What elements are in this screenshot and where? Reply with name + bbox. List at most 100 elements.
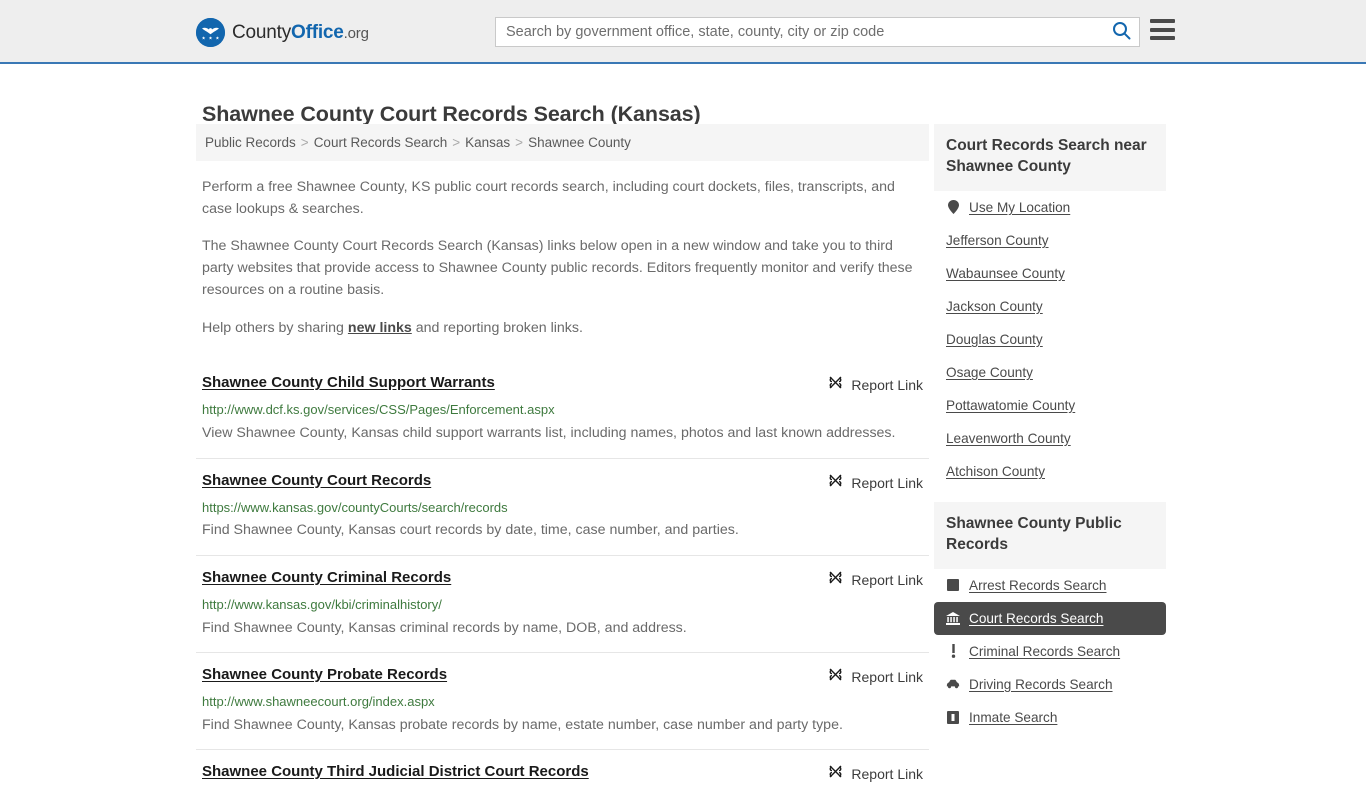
sidebar-link-driving-records-search[interactable]: Driving Records Search <box>969 677 1113 692</box>
exclamation-icon <box>946 644 960 659</box>
sidebar-link-atchison-county[interactable]: Atchison County <box>946 464 1045 479</box>
map-pin-icon <box>946 200 960 215</box>
sidebar-link-arrest-records-search[interactable]: Arrest Records Search <box>969 578 1107 593</box>
sidebar-item-jefferson-county[interactable]: Jefferson County <box>934 224 1166 257</box>
sidebar-item-jackson-county[interactable]: Jackson County <box>934 290 1166 323</box>
sidebar-link-douglas-county[interactable]: Douglas County <box>946 332 1043 347</box>
intro-p3-prefix: Help others by sharing <box>202 319 348 336</box>
car-icon <box>946 677 960 691</box>
result-item: Shawnee County Child Support Warrants Re… <box>196 361 929 457</box>
broken-link-icon <box>827 374 844 396</box>
result-item: Shawnee County Court Records Report Link… <box>196 457 929 555</box>
hamburger-bar-3 <box>1150 36 1175 40</box>
sidebar-nearby-box: Court Records Search near Shawnee County… <box>934 124 1166 488</box>
result-header: Shawnee County Court Records Report Link <box>202 472 923 494</box>
result-header: Shawnee County Child Support Warrants Re… <box>202 374 923 396</box>
brand-part-county: County <box>232 21 292 43</box>
breadcrumb-separator: > <box>452 135 461 150</box>
breadcrumb-item-kansas[interactable]: Kansas <box>465 135 510 150</box>
sidebar-public-records-list: Arrest Records Search Court Records Sear… <box>934 569 1166 734</box>
sidebar: Court Records Search near Shawnee County… <box>934 124 1166 748</box>
result-item: Shawnee County Criminal Records Report L… <box>196 554 929 652</box>
search-button[interactable] <box>1103 18 1139 46</box>
sidebar-link-inmate-search[interactable]: Inmate Search <box>969 710 1057 725</box>
breadcrumb-item-public-records[interactable]: Public Records <box>205 135 296 150</box>
result-url[interactable]: https://www.kansas.gov/countyCourts/sear… <box>202 500 923 517</box>
intro-paragraph-1: Perform a free Shawnee County, KS public… <box>202 179 895 217</box>
sidebar-item-use-my-location[interactable]: Use My Location <box>934 191 1166 224</box>
sidebar-public-records-box: Shawnee County Public Records Arrest Rec… <box>934 501 1166 734</box>
result-url[interactable]: http://www.kansas.gov/kbi/criminalhistor… <box>202 597 923 614</box>
breadcrumb-item-court-records-search[interactable]: Court Records Search <box>314 135 448 150</box>
result-description: View Shawnee County, Kansas child suppor… <box>202 425 896 442</box>
breadcrumb-item-shawnee-county: Shawnee County <box>528 135 631 150</box>
sidebar-item-arrest-records-search[interactable]: Arrest Records Search <box>934 569 1166 602</box>
report-link-button[interactable]: Report Link <box>827 666 923 688</box>
intro-paragraph-2: The Shawnee County Court Records Search … <box>202 238 913 298</box>
result-title-link[interactable]: Shawnee County Court Records <box>202 472 431 490</box>
sidebar-link-leavenworth-county[interactable]: Leavenworth County <box>946 431 1071 446</box>
sidebar-link-jackson-county[interactable]: Jackson County <box>946 299 1043 314</box>
hamburger-menu-icon[interactable] <box>1150 19 1175 40</box>
result-title-link[interactable]: Shawnee County Probate Records <box>202 666 447 684</box>
sidebar-link-use-my-location[interactable]: Use My Location <box>969 200 1070 215</box>
sidebar-item-leavenworth-county[interactable]: Leavenworth County <box>934 422 1166 455</box>
broken-link-icon <box>827 472 844 494</box>
result-title-link[interactable]: Shawnee County Criminal Records <box>202 569 451 587</box>
sidebar-item-atchison-county[interactable]: Atchison County <box>934 455 1166 488</box>
result-description: Find Shawnee County, Kansas criminal rec… <box>202 619 687 636</box>
brand-part-org: .org <box>343 24 369 42</box>
sidebar-item-inmate-search[interactable]: Inmate Search <box>934 701 1166 734</box>
new-links-link[interactable]: new links <box>348 320 412 336</box>
intro-p3-suffix: and reporting broken links. <box>411 319 583 336</box>
sidebar-link-criminal-records-search[interactable]: Criminal Records Search <box>969 644 1120 659</box>
intro-text: Perform a free Shawnee County, KS public… <box>196 177 929 339</box>
result-description: Find Shawnee County, Kansas court record… <box>202 522 739 539</box>
result-item: Shawnee County Third Judicial District C… <box>196 749 929 798</box>
breadcrumb-separator: > <box>515 135 524 150</box>
sidebar-link-pottawatomie-county[interactable]: Pottawatomie County <box>946 398 1075 413</box>
sidebar-link-jefferson-county[interactable]: Jefferson County <box>946 233 1049 248</box>
sidebar-item-court-records-search[interactable]: Court Records Search <box>934 601 1166 635</box>
result-header: Shawnee County Criminal Records Report L… <box>202 569 923 591</box>
report-link-button[interactable]: Report Link <box>827 569 923 591</box>
site-logo-link[interactable]: CountyOffice.org <box>196 18 369 47</box>
hamburger-bar-1 <box>1150 19 1175 23</box>
result-header: Shawnee County Third Judicial District C… <box>202 763 923 785</box>
sidebar-nearby-heading: Court Records Search near Shawnee County <box>934 124 1166 191</box>
brand-wordmark: CountyOffice.org <box>232 22 369 44</box>
report-link-button[interactable]: Report Link <box>827 763 923 785</box>
sidebar-item-osage-county[interactable]: Osage County <box>934 356 1166 389</box>
jail-icon <box>946 710 960 724</box>
result-url[interactable]: http://www.shawneecourt.org/index.aspx <box>202 694 923 711</box>
report-link-button[interactable]: Report Link <box>827 374 923 396</box>
broken-link-icon <box>827 569 844 591</box>
site-header: CountyOffice.org <box>0 0 1366 64</box>
intro-paragraph-3: Help others by sharing new links and rep… <box>202 318 923 340</box>
sidebar-nearby-list: Use My Location Jefferson County Wabauns… <box>934 191 1166 488</box>
sidebar-item-pottawatomie-county[interactable]: Pottawatomie County <box>934 389 1166 422</box>
sidebar-item-douglas-county[interactable]: Douglas County <box>934 323 1166 356</box>
search-input[interactable] <box>496 18 1103 46</box>
report-link-label: Report Link <box>851 474 923 491</box>
sidebar-link-osage-county[interactable]: Osage County <box>946 365 1033 380</box>
broken-link-icon <box>827 666 844 688</box>
sidebar-item-driving-records-search[interactable]: Driving Records Search <box>934 668 1166 701</box>
result-url[interactable]: http://www.dcf.ks.gov/services/CSS/Pages… <box>202 402 923 419</box>
breadcrumb: Public Records > Court Records Search > Kans… <box>196 124 929 161</box>
breadcrumb-separator: > <box>300 135 309 150</box>
hamburger-bar-2 <box>1150 27 1175 32</box>
sidebar-item-wabaunsee-county[interactable]: Wabaunsee County <box>934 257 1166 290</box>
broken-link-icon <box>827 763 844 785</box>
brand-part-office: Office <box>291 21 344 43</box>
sidebar-link-court-records-search[interactable]: Court Records Search <box>969 611 1103 626</box>
report-link-label: Report Link <box>851 377 923 394</box>
county-office-eagle-logo-icon <box>196 18 225 47</box>
result-title-link[interactable]: Shawnee County Child Support Warrants <box>202 374 495 392</box>
result-title-link[interactable]: Shawnee County Third Judicial District C… <box>202 763 589 781</box>
report-link-button[interactable]: Report Link <box>827 472 923 494</box>
sidebar-item-criminal-records-search[interactable]: Criminal Records Search <box>934 635 1166 668</box>
main-column: Public Records > Court Records Search > Kans… <box>196 124 929 798</box>
result-description: Find Shawnee County, Kansas probate reco… <box>202 716 843 733</box>
sidebar-link-wabaunsee-county[interactable]: Wabaunsee County <box>946 266 1065 281</box>
